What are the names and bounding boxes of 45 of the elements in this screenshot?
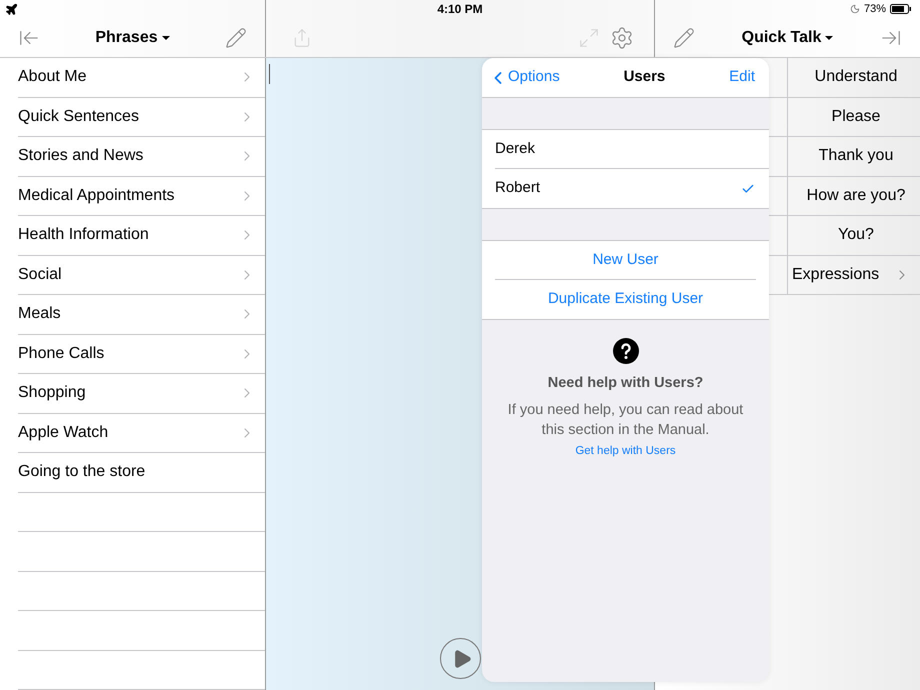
quick-talk-phrase: Expressions xyxy=(792,264,880,285)
list-row[interactable]: About Me xyxy=(18,58,265,98)
quick-talk-phrase: You? xyxy=(837,225,875,246)
quick-talk-phrase: Please xyxy=(830,106,882,127)
battery-percentage: 73% xyxy=(864,2,886,17)
phrases-menu[interactable]: Phrases xyxy=(95,26,170,50)
list-item-label: Health Information xyxy=(18,225,150,246)
list-item-label: Shopping xyxy=(18,383,87,404)
quick-talk-phrase: How are you? xyxy=(806,186,906,206)
list-row[interactable]: Phone Calls xyxy=(18,334,265,374)
pencil-icon[interactable] xyxy=(224,26,247,48)
list-item-label: Apple Watch xyxy=(18,422,110,443)
list-item-label: Stories and News xyxy=(18,146,144,166)
help-text: If you need help, you can read about this section in the Manual. xyxy=(506,400,744,440)
status-time: 4:10 PM xyxy=(437,1,483,18)
text-cursor xyxy=(269,64,270,84)
list-row[interactable]: Stories and News xyxy=(18,137,265,176)
list-row[interactable]: Going to the store xyxy=(18,453,265,492)
settings-icon[interactable] xyxy=(610,26,634,50)
list-item-label: Phone Calls xyxy=(18,344,106,364)
battery-icon xyxy=(890,4,912,14)
list-item-label: Meals xyxy=(18,304,62,324)
quick-talk-phrase: Understand xyxy=(814,67,898,88)
help-icon xyxy=(612,338,638,364)
back-button[interactable]: Options xyxy=(488,66,560,90)
list-item-label: Going to the store xyxy=(18,462,146,482)
list-item-label: Medical Appointments xyxy=(18,186,176,206)
airplane-mode-icon xyxy=(5,2,18,16)
list-item-label: About Me xyxy=(18,67,88,88)
list-row[interactable]: Health Information xyxy=(18,216,265,256)
moon-icon xyxy=(850,4,860,14)
list-row[interactable]: Social xyxy=(18,256,265,295)
list-row[interactable]: Meals xyxy=(18,295,265,334)
list-item-label: Quick Sentences xyxy=(18,106,140,127)
list-row[interactable]: Shopping xyxy=(18,374,265,414)
list-row[interactable]: Apple Watch xyxy=(18,414,265,453)
help-title: Need help with Users? xyxy=(548,374,704,393)
list-row[interactable]: Quick Sentences xyxy=(18,98,265,137)
quick-talk-phrase: Thank you xyxy=(818,146,894,166)
list-row[interactable]: Medical Appointments xyxy=(18,176,265,216)
play-button[interactable] xyxy=(440,638,480,679)
pencil-icon[interactable] xyxy=(673,26,695,48)
list-item-label: Social xyxy=(18,264,63,285)
quick-talk-menu[interactable]: Quick Talk xyxy=(742,26,834,50)
edit-button[interactable]: Edit xyxy=(729,66,763,89)
